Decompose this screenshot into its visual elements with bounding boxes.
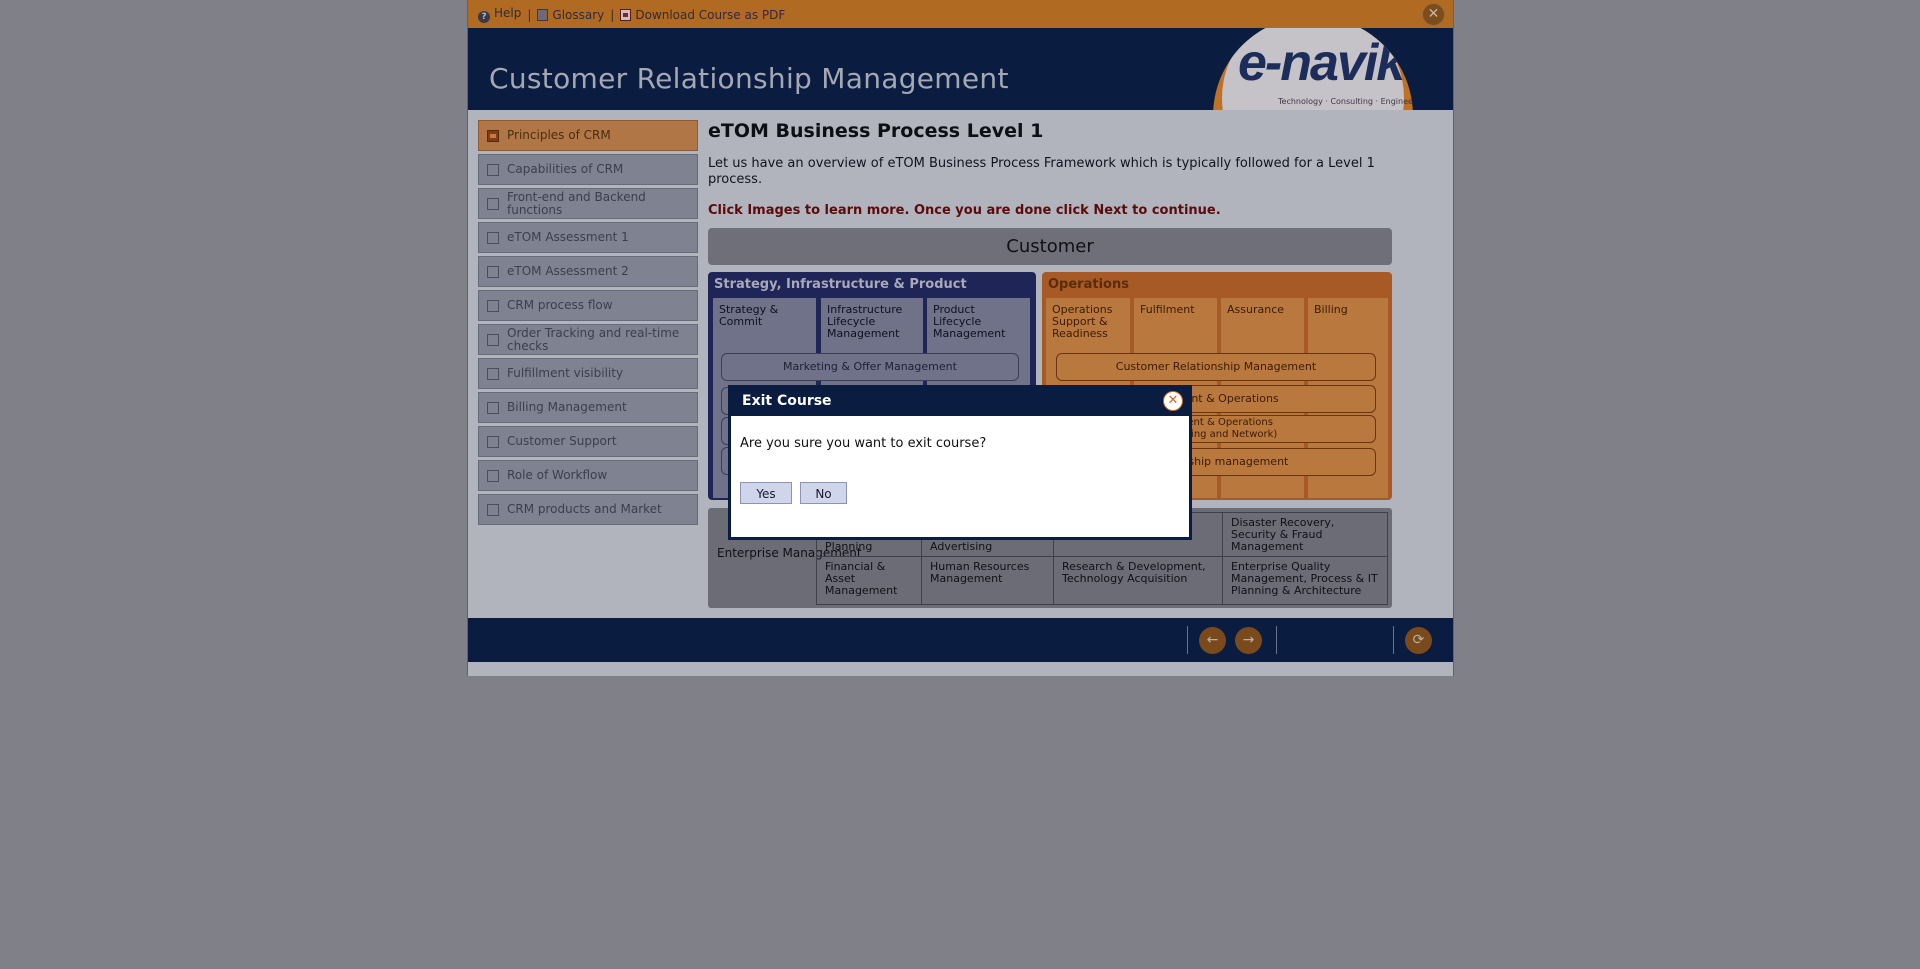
sidebar-item-label: Fulfillment visibility [507, 366, 624, 380]
sidebar-item-label: Order Tracking and real-time checks [507, 325, 680, 353]
sidebar-item-front-end-backend[interactable]: Front-end and Backend functions [478, 188, 698, 219]
checkbox-icon [487, 333, 499, 346]
sidebar-item-etom-assessment-1[interactable]: eTOM Assessment 1 [478, 222, 698, 253]
footer-divider [1276, 626, 1277, 654]
course-window: ? Help | Glossary | Download Course as PD… [467, 0, 1454, 676]
arrow-left-icon: ← [1206, 632, 1219, 648]
sidebar-item-label: Customer Support [507, 434, 617, 448]
strategy-row[interactable]: Marketing & Offer Management [721, 353, 1019, 381]
sidebar-item-principles-of-crm[interactable]: Principles of CRM [478, 120, 698, 151]
footer-divider [1187, 626, 1188, 654]
glossary-label: Glossary [552, 7, 605, 22]
checkbox-icon [487, 231, 499, 244]
sidebar-item-capabilities-of-crm[interactable]: Capabilities of CRM [478, 154, 698, 185]
sidebar-item-label: eTOM Assessment 1 [507, 230, 629, 244]
enterprise-cell[interactable]: Research & Development, Technology Acqui… [1054, 557, 1223, 604]
back-button[interactable]: ← [1199, 627, 1226, 654]
enterprise-cell[interactable]: Human Resources Management [922, 557, 1054, 604]
sidebar-item-order-tracking[interactable]: Order Tracking and real-time checks [478, 324, 698, 355]
lesson-intro: Let us have an overview of eTOM Business… [708, 156, 1375, 187]
sidebar-item-label: CRM process flow [507, 298, 613, 312]
checkbox-icon [487, 299, 499, 312]
close-course-button[interactable]: ✕ [1422, 3, 1445, 26]
footer-divider [1393, 626, 1394, 654]
checkbox-icon [487, 163, 499, 176]
close-icon: ✕ [1167, 393, 1179, 408]
etom-diagram: Customer Strategy, Infrastructure & Prod… [708, 228, 1392, 608]
checkbox-icon [487, 401, 499, 414]
checkbox-icon [487, 469, 499, 482]
pdf-icon [620, 8, 632, 21]
download-pdf-label: Download Course as PDF [635, 7, 786, 22]
diagram-customer[interactable]: Customer [708, 228, 1392, 265]
sidebar-item-role-of-workflow[interactable]: Role of Workflow [478, 460, 698, 491]
logo-area: e-navik Technology · Consulting · Engine… [468, 28, 1453, 110]
separator: | [610, 7, 615, 22]
topic-sidebar: Principles of CRM Capabilities of CRM Fr… [478, 120, 698, 528]
separator: | [527, 7, 532, 22]
sidebar-item-crm-process-flow[interactable]: CRM process flow [478, 290, 698, 321]
enterprise-cell[interactable]: Enterprise Quality Management, Process &… [1223, 557, 1387, 604]
refresh-button[interactable]: ⟳ [1405, 627, 1432, 654]
sidebar-item-etom-assessment-2[interactable]: eTOM Assessment 2 [478, 256, 698, 287]
logo-tagline: Technology · Consulting · Engineering [1278, 97, 1413, 106]
next-button[interactable]: → [1235, 627, 1262, 654]
logo-badge: e-navik Technology · Consulting · Engine… [1222, 28, 1413, 110]
refresh-icon: ⟳ [1412, 632, 1425, 648]
dialog-title: Exit Course [742, 393, 832, 409]
help-label: Help [494, 6, 522, 20]
sidebar-item-label: Role of Workflow [507, 468, 608, 482]
dialog-body: Are you sure you want to exit course? Ye… [731, 416, 1189, 537]
glossary-icon [537, 8, 549, 21]
logo-text: e-navik [1238, 34, 1405, 92]
strategy-title: Strategy, Infrastructure & Product [714, 277, 967, 292]
sidebar-item-label: Front-end and Backend functions [507, 189, 646, 217]
help-icon: ? [478, 11, 490, 23]
sidebar-item-fulfillment-visibility[interactable]: Fulfillment visibility [478, 358, 698, 389]
checkbox-icon [487, 197, 499, 210]
sidebar-item-customer-support[interactable]: Customer Support [478, 426, 698, 457]
operations-row[interactable]: Customer Relationship Management [1056, 353, 1376, 381]
help-link[interactable]: ? Help [478, 6, 521, 23]
dialog-message: Are you sure you want to exit course? [740, 436, 987, 451]
lesson-content: eTOM Business Process Level 1 Let us hav… [708, 120, 1398, 608]
sidebar-item-label: Capabilities of CRM [507, 162, 624, 176]
download-pdf-link[interactable]: Download Course as PDF [620, 8, 785, 22]
sidebar-item-billing-management[interactable]: Billing Management [478, 392, 698, 423]
course-footer: ← → ⟳ [468, 618, 1453, 662]
dialog-header: Exit Course ✕ [731, 385, 1189, 416]
checkbox-icon [487, 265, 499, 278]
top-toolbar: ? Help | Glossary | Download Course as PD… [468, 0, 1453, 28]
current-topic-icon [487, 129, 499, 142]
arrow-right-icon: → [1242, 632, 1255, 648]
sidebar-item-crm-products[interactable]: CRM products and Market [478, 494, 698, 525]
exit-course-dialog: Exit Course ✕ Are you sure you want to e… [728, 385, 1192, 540]
dialog-close-button[interactable]: ✕ [1163, 391, 1183, 411]
lesson-title: eTOM Business Process Level 1 [708, 120, 1044, 142]
lesson-instruction: Click Images to learn more. Once you are… [708, 203, 1221, 218]
enterprise-cell[interactable]: Financial & Asset Management [817, 557, 922, 604]
glossary-link[interactable]: Glossary [537, 8, 604, 22]
checkbox-icon [487, 367, 499, 380]
enterprise-cell[interactable]: Disaster Recovery, Security & Fraud Mana… [1223, 513, 1387, 557]
sidebar-item-label: eTOM Assessment 2 [507, 264, 629, 278]
operations-title: Operations [1048, 277, 1129, 292]
e-navik-logo: e-navik Technology · Consulting · Engine… [1213, 28, 1413, 110]
sidebar-item-label: CRM products and Market [507, 502, 662, 516]
checkbox-icon [487, 503, 499, 516]
sidebar-item-label: Principles of CRM [507, 128, 611, 142]
yes-button[interactable]: Yes [740, 482, 792, 504]
checkbox-icon [487, 435, 499, 448]
sidebar-item-label: Billing Management [507, 400, 627, 414]
no-button[interactable]: No [800, 482, 847, 504]
